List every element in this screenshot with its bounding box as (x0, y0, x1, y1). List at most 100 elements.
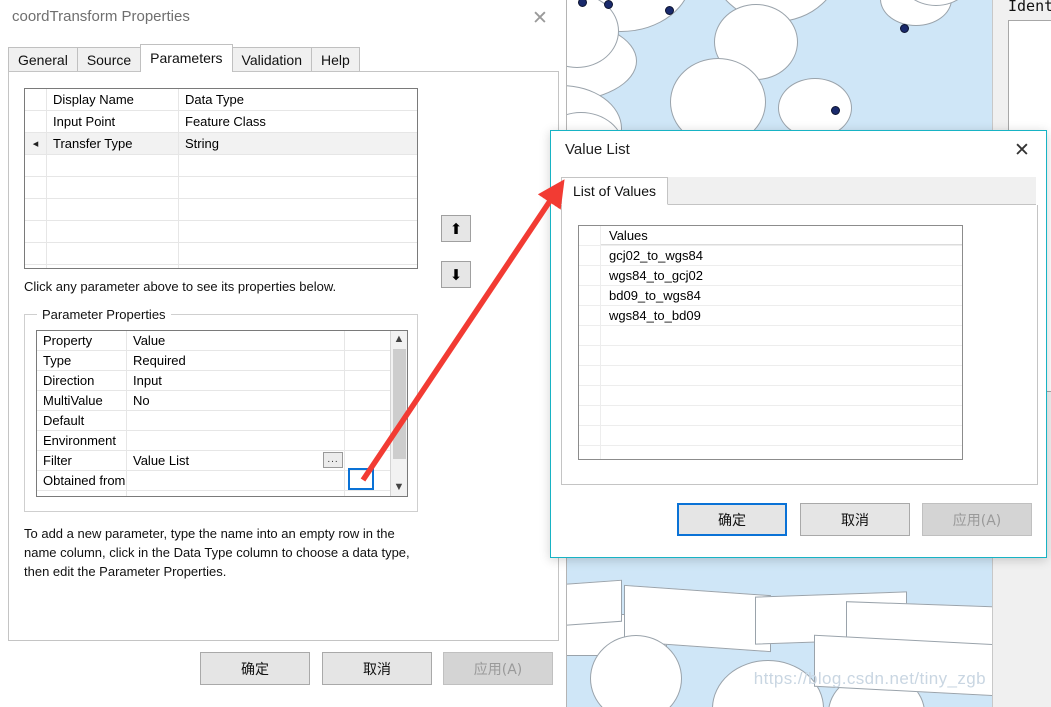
cell-display-name[interactable] (47, 177, 179, 198)
table-row[interactable]: Direction Input (37, 371, 407, 391)
cell-value[interactable]: Input (127, 371, 345, 390)
filter-ellipsis-button[interactable]: ... (323, 452, 343, 468)
parameters-grid[interactable]: Display Name Data Type Input Point Featu… (24, 88, 418, 269)
value-cell[interactable] (601, 326, 962, 345)
chevron-down-icon[interactable]: ▼ (391, 479, 407, 496)
table-row[interactable]: Obtained from (37, 471, 407, 491)
cell-display-name[interactable]: Transfer Type (47, 133, 179, 154)
cell-value[interactable] (127, 471, 345, 490)
table-row[interactable]: ◂ Transfer Type String (25, 133, 417, 155)
value-cell[interactable] (601, 366, 962, 385)
cell-data-type[interactable]: String (179, 133, 417, 154)
cell-data-type[interactable]: Feature Class (179, 111, 417, 132)
map-point-feature (604, 0, 613, 9)
table-row[interactable]: Input Point Feature Class (25, 111, 417, 133)
ok-button[interactable]: 确定 (677, 503, 787, 536)
coord-transform-properties-dialog: coordTransform Properties ✕ General Sour… (0, 0, 567, 707)
value-cell[interactable] (601, 386, 962, 405)
value-cell[interactable] (601, 426, 962, 445)
arrow-down-icon[interactable]: ⬇ (441, 261, 471, 288)
tab-parameters[interactable]: Parameters (140, 44, 233, 72)
cell-data-type[interactable] (179, 265, 417, 268)
value-cell[interactable] (601, 346, 962, 365)
value-cell[interactable] (601, 406, 962, 425)
parameter-properties-grid[interactable]: Property Value Type Required Direction I… (36, 330, 408, 497)
properties-dialog-titlebar: coordTransform Properties ✕ (0, 0, 566, 38)
cancel-button[interactable]: 取消 (322, 652, 432, 685)
table-row[interactable]: MultiValue No (37, 391, 407, 411)
list-item[interactable]: wgs84_to_bd09 (579, 306, 962, 326)
list-item[interactable] (579, 386, 962, 406)
cell-value[interactable]: Value List ... (127, 451, 345, 470)
list-item[interactable] (579, 406, 962, 426)
scrollbar-thumb[interactable] (393, 349, 406, 459)
cell-data-type[interactable] (179, 221, 417, 242)
table-row[interactable]: Type Required (37, 351, 407, 371)
value-cell[interactable]: gcj02_to_wgs84 (601, 246, 962, 265)
tab-validation[interactable]: Validation (231, 47, 312, 72)
cell-data-type[interactable] (179, 155, 417, 176)
cell-display-name[interactable] (47, 155, 179, 176)
cell-value[interactable] (127, 491, 345, 496)
value-cell[interactable]: bd09_to_wgs84 (601, 286, 962, 305)
cell-property: MultiValue (37, 391, 127, 410)
table-row[interactable] (25, 199, 417, 221)
cell-value-text: Value List (133, 453, 190, 468)
cell-display-name[interactable] (47, 265, 179, 268)
tab-general[interactable]: General (8, 47, 78, 72)
column-header-value: Value (127, 331, 345, 350)
properties-tabstrip: General Source Parameters Validation Hel… (8, 44, 360, 72)
chevron-up-icon[interactable]: ▲ (391, 331, 407, 348)
table-row[interactable] (37, 491, 407, 496)
list-item[interactable] (579, 326, 962, 346)
cell-value[interactable] (127, 431, 345, 450)
cell-display-name[interactable] (47, 199, 179, 220)
row-gutter (579, 326, 601, 345)
row-gutter (579, 446, 601, 459)
value-cell[interactable] (601, 446, 962, 459)
table-row[interactable] (25, 265, 417, 268)
tab-help[interactable]: Help (310, 47, 360, 72)
column-header-values: Values (601, 226, 962, 245)
cell-data-type[interactable] (179, 243, 417, 264)
cell-value[interactable]: Required (127, 351, 345, 370)
list-item[interactable]: bd09_to_wgs84 (579, 286, 962, 306)
cell-display-name[interactable] (47, 221, 179, 242)
tab-source[interactable]: Source (76, 47, 142, 72)
cell-property: Filter (37, 451, 127, 470)
row-gutter (579, 306, 601, 325)
cell-property: Direction (37, 371, 127, 390)
table-row[interactable] (25, 243, 417, 265)
close-icon[interactable]: ✕ (526, 6, 554, 32)
column-header-data-type: Data Type (185, 92, 245, 107)
table-row[interactable] (25, 155, 417, 177)
list-item[interactable] (579, 426, 962, 446)
cell-display-name[interactable]: Input Point (47, 111, 179, 132)
cell-data-type[interactable] (179, 199, 417, 220)
row-gutter (579, 406, 601, 425)
cell-display-name[interactable] (47, 243, 179, 264)
ok-button[interactable]: 确定 (200, 652, 310, 685)
list-item[interactable]: gcj02_to_wgs84 (579, 246, 962, 266)
properties-grid-scrollbar[interactable]: ▲ ▼ (390, 331, 407, 496)
value-cell[interactable]: wgs84_to_gcj02 (601, 266, 962, 285)
arrow-up-icon[interactable]: ⬆ (441, 215, 471, 242)
cell-value[interactable] (127, 411, 345, 430)
list-item[interactable]: wgs84_to_gcj02 (579, 266, 962, 286)
table-row[interactable] (25, 177, 417, 199)
list-item[interactable] (579, 346, 962, 366)
values-grid[interactable]: Values gcj02_to_wgs84 wgs84_to_gcj02 bd0… (578, 225, 963, 460)
close-icon[interactable]: ✕ (1008, 138, 1036, 164)
list-item[interactable] (579, 446, 962, 459)
cell-value[interactable]: No (127, 391, 345, 410)
cell-data-type[interactable] (179, 177, 417, 198)
table-row[interactable]: Default (37, 411, 407, 431)
table-row[interactable] (25, 221, 417, 243)
table-row-filter[interactable]: Filter Value List ... (37, 451, 407, 471)
table-header-row: Property Value (37, 331, 407, 351)
value-cell[interactable]: wgs84_to_bd09 (601, 306, 962, 325)
cancel-button[interactable]: 取消 (800, 503, 910, 536)
list-item[interactable] (579, 366, 962, 386)
tab-list-of-values[interactable]: List of Values (561, 177, 669, 205)
table-row[interactable]: Environment (37, 431, 407, 451)
